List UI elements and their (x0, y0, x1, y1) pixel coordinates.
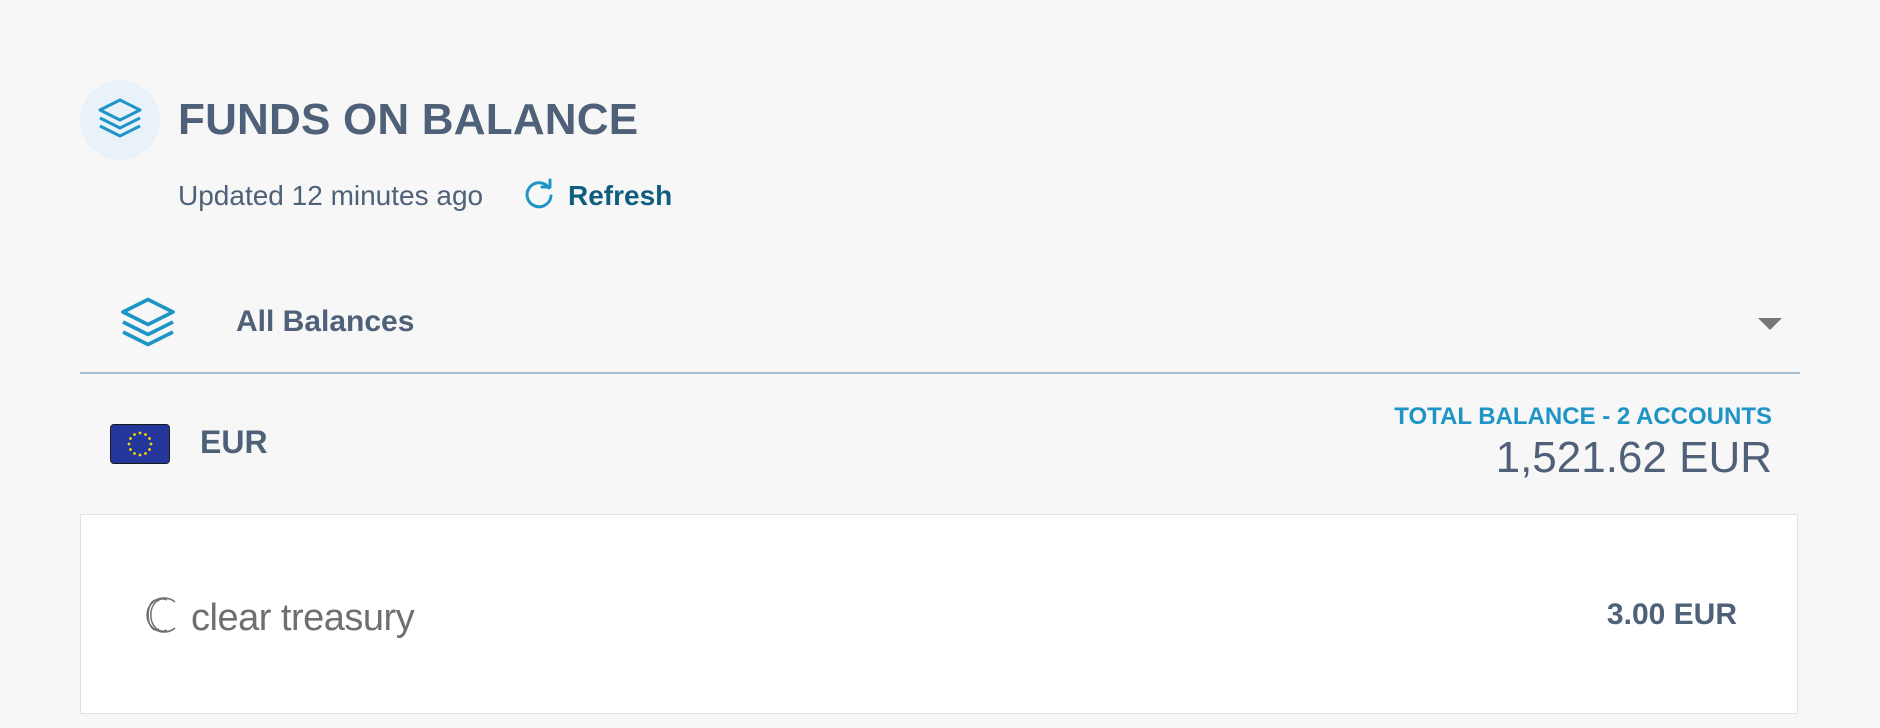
refresh-label: Refresh (568, 180, 673, 211)
provider-logo: clear treasury (141, 593, 415, 642)
refresh-button[interactable]: Refresh (522, 176, 672, 216)
last-updated-text: Updated 12 minutes ago (178, 180, 484, 211)
layers-icon (118, 292, 178, 357)
page-title: FUNDS ON BALANCE (178, 95, 639, 144)
currency-code: EUR (200, 424, 268, 460)
provider-name: clear treasury (191, 596, 415, 639)
total-balance-label: TOTAL BALANCE - 2 ACCOUNTS (1394, 403, 1772, 430)
account-card[interactable]: clear treasury 3.00 EUR (80, 514, 1798, 714)
account-amount: 3.00 EUR (1606, 598, 1737, 631)
eu-flag-icon (110, 424, 170, 464)
balances-select-value: All Balances (236, 305, 415, 338)
header-icon-circle (80, 80, 160, 160)
clear-treasury-logo-icon (141, 593, 183, 642)
caret-down-icon[interactable] (1758, 318, 1782, 330)
total-balance-value: 1,521.62 EUR (1495, 433, 1772, 482)
refresh-icon (522, 177, 556, 216)
currency-row: EUR TOTAL BALANCE - 2 ACCOUNTS 1,521.62 … (80, 400, 1800, 500)
balances-select[interactable]: All Balances (80, 280, 1800, 374)
layers-icon (96, 94, 144, 147)
